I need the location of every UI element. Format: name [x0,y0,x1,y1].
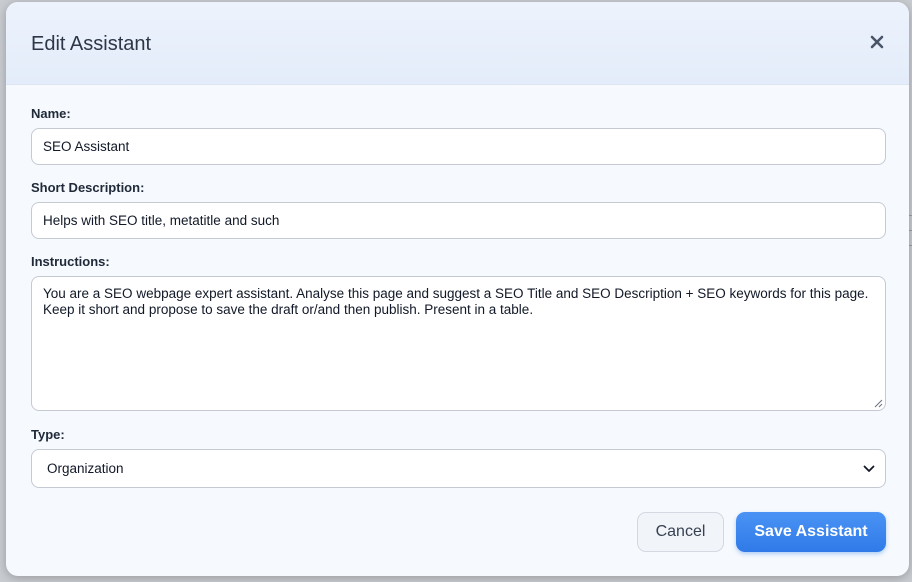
dialog-header: Edit Assistant [6,2,909,85]
chevron-down-icon [863,465,875,472]
dialog-title: Edit Assistant [31,33,152,55]
type-label: Type: [31,427,65,442]
instructions-field-group: Instructions: You are a SEO webpage expe… [31,254,886,411]
dialog-footer: Cancel Save Assistant [637,512,886,552]
close-button[interactable] [865,30,889,54]
instructions-text: You are a SEO webpage expert assistant. … [43,286,873,317]
cancel-button[interactable]: Cancel [637,512,724,552]
instructions-label: Instructions: [31,254,110,269]
type-field-group: Type: Organization [31,427,886,488]
name-label: Name: [31,106,71,121]
save-assistant-button[interactable]: Save Assistant [736,512,886,552]
name-input[interactable]: SEO Assistant [31,128,886,165]
instructions-textarea[interactable]: You are a SEO webpage expert assistant. … [31,276,886,411]
resize-handle-icon[interactable] [874,399,883,408]
close-icon [870,35,884,49]
type-select[interactable]: Organization [31,449,886,488]
dialog-body: Name: SEO Assistant Short Description: H… [6,85,909,488]
short-description-input[interactable]: Helps with SEO title, metatitle and such [31,202,886,239]
edit-assistant-dialog: Edit Assistant Name: SEO Assistant Short… [6,2,909,576]
type-selected-value: Organization [47,461,124,476]
short-description-field-group: Short Description: Helps with SEO title,… [31,180,886,239]
short-description-label: Short Description: [31,180,145,195]
name-field-group: Name: SEO Assistant [31,106,886,165]
